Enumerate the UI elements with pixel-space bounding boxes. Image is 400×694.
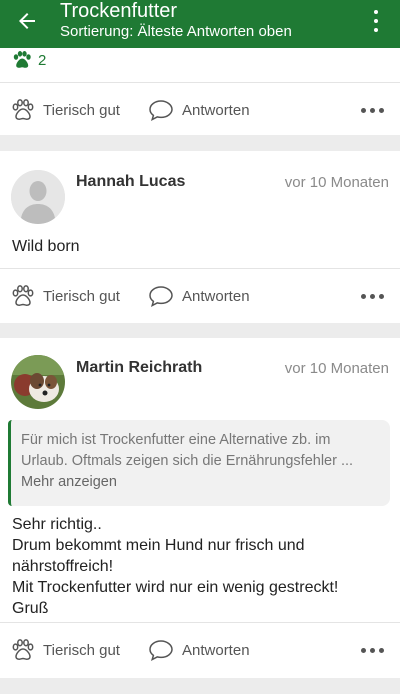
action-bar: Tierisch gut Antworten <box>0 83 400 137</box>
quoted-post[interactable]: Für mich ist Trockenfutter eine Alternat… <box>8 420 390 506</box>
reply-label: Antworten <box>182 641 250 659</box>
reply-button[interactable]: Antworten <box>148 269 250 323</box>
author-name[interactable]: Hannah Lucas <box>76 173 185 191</box>
paw-outline-icon <box>12 99 34 120</box>
post-text-line: Gruß <box>12 600 49 617</box>
paw-outline-icon <box>12 639 34 660</box>
reply-label: Antworten <box>182 101 250 119</box>
page-title: Trockenfutter <box>60 0 178 22</box>
app-bar: Trockenfutter Sortierung: Älteste Antwor… <box>0 0 400 48</box>
comment-icon <box>149 286 173 307</box>
more-options-icon[interactable] <box>361 83 384 137</box>
sort-subtitle[interactable]: Sortierung: Älteste Antworten oben <box>60 23 292 41</box>
action-bar: Tierisch gut Antworten <box>0 269 400 323</box>
like-label: Tierisch gut <box>43 287 120 305</box>
post-text: Wild born <box>12 238 80 255</box>
back-arrow-icon[interactable] <box>12 6 42 36</box>
post-text-line: nährstoffreich! <box>12 558 114 575</box>
quote-line: Für mich ist Trockenfutter eine Alternat… <box>21 432 331 448</box>
post-text: Sehr richtig.. Drum bekommt mein Hund nu… <box>12 514 338 619</box>
author-name[interactable]: Martin Reichrath <box>76 359 202 377</box>
show-more-link[interactable]: Mehr anzeigen <box>21 472 380 493</box>
overflow-menu-icon[interactable] <box>370 8 382 34</box>
like-button[interactable]: Tierisch gut <box>11 269 120 323</box>
post-time: vor 10 Monaten <box>284 360 389 377</box>
action-bar: Tierisch gut Antworten <box>0 623 400 677</box>
like-label: Tierisch gut <box>43 101 120 119</box>
reply-button[interactable]: Antworten <box>148 83 250 137</box>
post-text-line: Sehr richtig.. <box>12 516 102 533</box>
reply-label: Antworten <box>182 287 250 305</box>
like-button[interactable]: Tierisch gut <box>11 623 120 677</box>
reply-button[interactable]: Antworten <box>148 623 250 677</box>
more-options-icon[interactable] <box>361 269 384 323</box>
comment-icon <box>149 640 173 661</box>
post-text-line: Mit Trockenfutter wird nur ein wenig ges… <box>12 579 339 596</box>
avatar[interactable] <box>11 355 65 409</box>
paw-icon <box>13 51 31 68</box>
avatar[interactable] <box>11 170 65 224</box>
post-text-line: Drum bekommt mein Hund nur frisch und <box>12 537 305 554</box>
post-time: vor 10 Monaten <box>284 174 389 191</box>
comment-icon <box>149 100 173 121</box>
paw-count-value: 2 <box>38 51 47 69</box>
like-button[interactable]: Tierisch gut <box>11 83 120 137</box>
paw-outline-icon <box>12 285 34 306</box>
quote-line: Urlaub. Oftmals zeigen sich die Ernährun… <box>21 453 354 469</box>
like-label: Tierisch gut <box>43 641 120 659</box>
more-options-icon[interactable] <box>361 623 384 677</box>
paw-like-count[interactable]: 2 <box>12 51 46 69</box>
